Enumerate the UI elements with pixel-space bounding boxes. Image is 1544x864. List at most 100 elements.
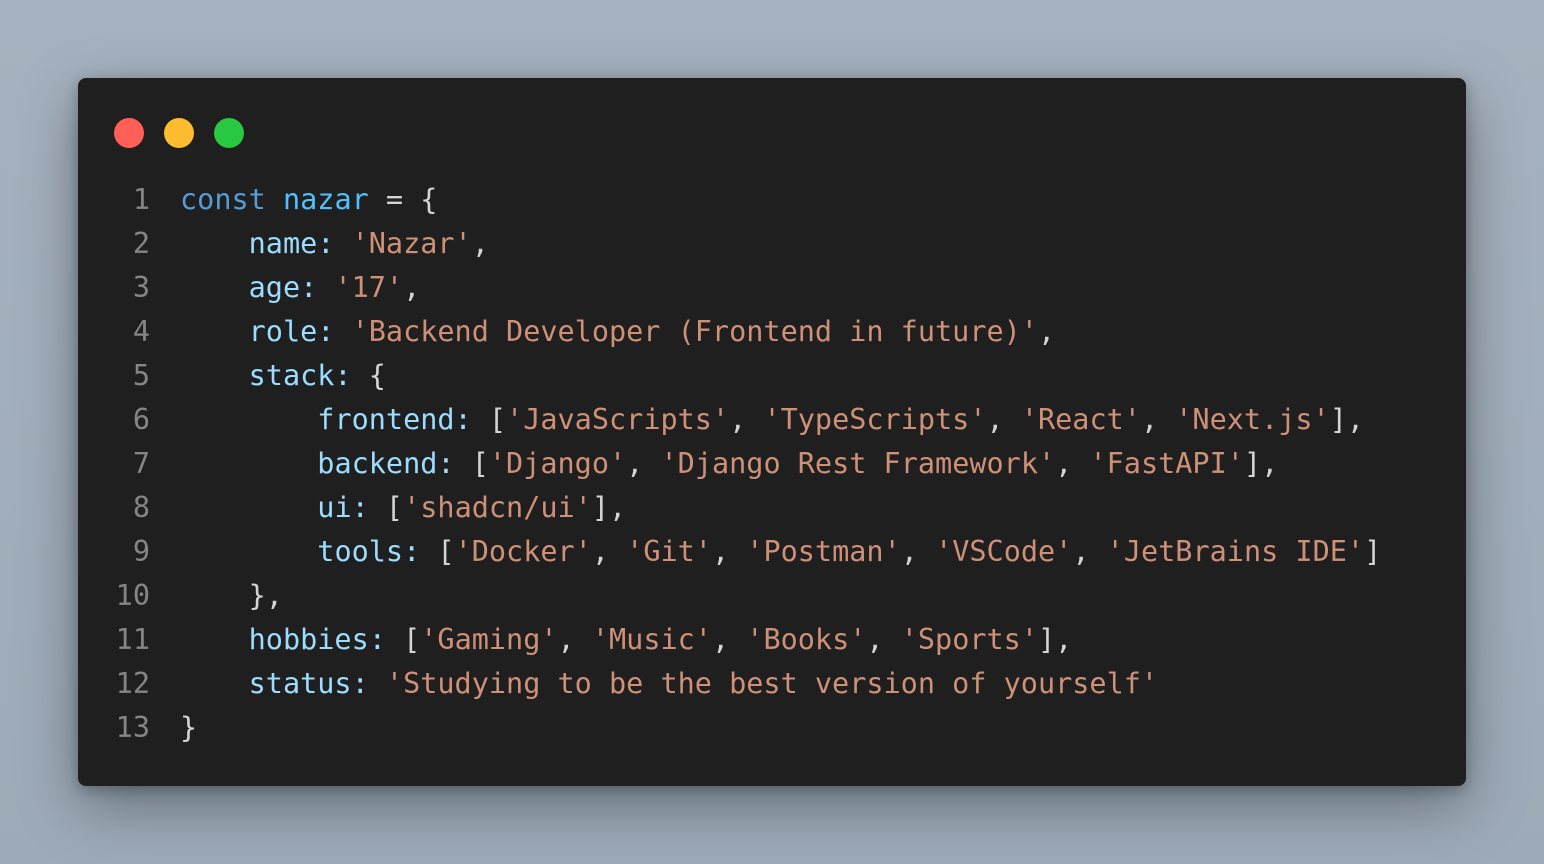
line-content: age: '17', xyxy=(180,266,421,310)
code-line: 11 hobbies: ['Gaming', 'Music', 'Books',… xyxy=(78,618,1381,662)
token-str: 'TypeScripts' xyxy=(763,403,987,436)
token-str: 'Music' xyxy=(591,623,712,656)
token-str: 'Django' xyxy=(488,447,627,480)
code-line: 3 age: '17', xyxy=(78,266,1381,310)
token-punc: ], xyxy=(1329,403,1365,436)
line-number: 8 xyxy=(132,491,150,524)
code-window: 1 const nazar = {2 name: 'Nazar', 3 age: '… xyxy=(78,78,1466,786)
code-line: 10 }, xyxy=(78,574,1381,618)
line-number: 7 xyxy=(132,447,150,480)
gutter-gap xyxy=(150,178,180,222)
token-keyword: const xyxy=(180,183,266,216)
line-content: ui: ['shadcn/ui'], xyxy=(180,486,626,530)
line-number: 6 xyxy=(132,403,150,436)
gutter-gap xyxy=(150,574,180,618)
token-punc xyxy=(334,315,351,348)
line-number: 12 xyxy=(115,667,150,700)
token-punc: [ xyxy=(454,447,489,480)
token-str: 'JavaScripts' xyxy=(506,403,730,436)
minimize-button[interactable] xyxy=(164,118,194,148)
code-line: 9 tools: ['Docker', 'Git', 'Postman', 'V… xyxy=(78,530,1381,574)
gutter-gap xyxy=(150,354,180,398)
code-line: 8 ui: ['shadcn/ui'], xyxy=(78,486,1381,530)
line-content: backend: ['Django', 'Django Rest Framewo… xyxy=(180,442,1278,486)
token-punc: , xyxy=(1140,403,1176,436)
code-line: 5 stack: { xyxy=(78,354,1381,398)
token-str: 'shadcn/ui' xyxy=(403,491,592,524)
token-str: 'Sports' xyxy=(900,623,1039,656)
token-punc xyxy=(317,271,334,304)
line-content: tools: ['Docker', 'Git', 'Postman', 'VSC… xyxy=(180,530,1381,574)
token-str: 'Django Rest Framework' xyxy=(660,447,1056,480)
code-line: 6 frontend: ['JavaScripts', 'TypeScripts… xyxy=(78,398,1381,442)
token-var: nazar xyxy=(282,183,369,216)
token-punc: , xyxy=(711,535,747,568)
line-number: 9 xyxy=(132,535,150,568)
token-punc: , xyxy=(1055,447,1090,480)
token-punc: , xyxy=(626,447,661,480)
code-line: 12 status: 'Studying to be the best vers… xyxy=(78,662,1381,706)
line-number: 2 xyxy=(132,227,150,260)
code-block: 1 const nazar = {2 name: 'Nazar', 3 age: '… xyxy=(78,178,1382,750)
line-number: 13 xyxy=(115,711,150,744)
gutter-gap xyxy=(150,530,180,574)
token-str: 'VSCode' xyxy=(935,535,1073,568)
gutter-gap xyxy=(150,486,180,530)
token-key: hobbies: xyxy=(248,623,386,656)
maximize-button[interactable] xyxy=(214,118,244,148)
token-punc xyxy=(266,183,283,216)
gutter-gap xyxy=(150,222,180,266)
line-number: 5 xyxy=(132,359,150,392)
token-str: 'Next.js' xyxy=(1175,403,1330,436)
token-punc: }, xyxy=(248,579,283,612)
gutter-gap xyxy=(150,398,180,442)
token-key: role: xyxy=(248,315,335,348)
token-punc: { xyxy=(351,359,386,392)
close-button[interactable] xyxy=(114,118,144,148)
token-punc: , xyxy=(471,227,489,260)
token-str: '17' xyxy=(334,271,404,304)
line-number: 11 xyxy=(115,623,150,656)
line-content: hobbies: ['Gaming', 'Music', 'Books', 'S… xyxy=(180,618,1073,662)
token-punc: , xyxy=(591,535,627,568)
token-punc: } xyxy=(180,711,198,744)
token-str: 'Books' xyxy=(746,623,867,656)
token-str: 'Git' xyxy=(626,535,712,568)
gutter-gap xyxy=(150,442,180,486)
line-number: 10 xyxy=(115,579,150,612)
code-line: 2 name: 'Nazar', xyxy=(78,222,1381,266)
token-punc: , xyxy=(866,623,901,656)
line-number: 3 xyxy=(132,271,150,304)
token-punc: , xyxy=(729,403,764,436)
line-content: } xyxy=(180,706,197,750)
token-str: 'Postman' xyxy=(746,535,901,568)
token-punc: [ xyxy=(420,535,455,568)
token-punc: ], xyxy=(1038,623,1073,656)
line-content: }, xyxy=(180,574,283,618)
token-str: 'Docker' xyxy=(454,535,592,568)
line-content: stack: { xyxy=(180,354,386,398)
gutter-gap xyxy=(150,618,180,662)
line-content: role: 'Backend Developer (Frontend in fu… xyxy=(180,310,1055,354)
token-punc: , xyxy=(403,271,421,304)
token-key: age: xyxy=(248,271,318,304)
token-key: frontend: xyxy=(317,403,472,436)
line-content: const nazar = { xyxy=(180,178,437,222)
line-number: 4 xyxy=(132,315,150,348)
token-str: 'FastAPI' xyxy=(1089,447,1244,480)
gutter-gap xyxy=(150,266,180,310)
line-content: name: 'Nazar', xyxy=(180,222,489,266)
code-line: 1 const nazar = { xyxy=(78,178,1381,222)
token-key: name: xyxy=(248,227,335,260)
token-punc: , xyxy=(900,535,936,568)
token-str: 'Studying to be the best version of your… xyxy=(385,667,1159,700)
token-key: ui: xyxy=(317,491,369,524)
